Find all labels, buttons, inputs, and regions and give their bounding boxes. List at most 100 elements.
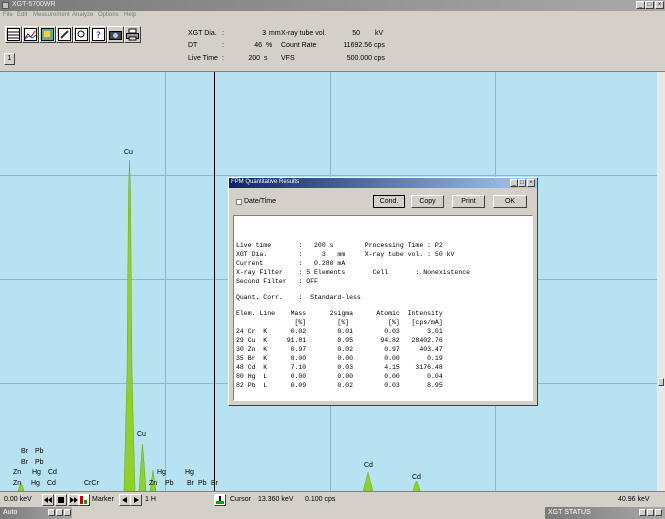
report-line: Current : 0.280 mA <box>236 260 346 267</box>
xgt-minimize-icon[interactable] <box>639 509 646 516</box>
maximize-icon[interactable]: □ <box>645 1 654 9</box>
menu-options[interactable]: Options <box>98 12 119 18</box>
cond-button[interactable]: Cond. <box>373 195 405 208</box>
help-button[interactable]: ? <box>90 26 107 43</box>
status-bar: 0.00 keV Marker 1 H Cursor 13.360 keV 0.… <box>0 491 665 508</box>
printer-icon <box>126 28 139 41</box>
svg-text:?: ? <box>96 31 101 41</box>
printer-button[interactable] <box>124 26 141 43</box>
results-text-area[interactable]: Live time : 200 s Processing Time : P2 X… <box>233 215 533 401</box>
xgt-close-icon[interactable] <box>655 509 662 516</box>
peak-label-hg-2: Hg <box>31 480 40 487</box>
camera-button[interactable] <box>107 26 124 43</box>
table-row: 80 Hg L 0.00 0.00 0.00 0.04 <box>236 373 443 380</box>
date-time-label: Date/Time <box>244 198 277 205</box>
peak-label-br-2: Br <box>21 459 28 466</box>
peak-label-zn-2: Zn <box>13 480 22 487</box>
dt-unit: % <box>266 42 273 49</box>
print-preview-button[interactable] <box>73 26 90 43</box>
toolbar: ? XGT Dia. : 3 mm DT : 46 % Live Time : … <box>0 21 665 72</box>
image-icon <box>41 28 54 41</box>
triangle-right-icon <box>134 497 139 503</box>
menu-file[interactable]: File <box>3 12 13 18</box>
auto-close-icon[interactable] <box>64 509 71 516</box>
cursor-icon <box>216 496 224 504</box>
minimize-icon[interactable]: _ <box>636 1 645 9</box>
dialog-titlebar: FPM Quantitative Results _ □ × <box>229 178 537 188</box>
kev-end: 40.96 keV <box>618 496 650 503</box>
xgt-restore-icon[interactable] <box>647 509 654 516</box>
dialog-title: FPM Quantitative Results <box>231 179 300 185</box>
close-icon[interactable]: × <box>655 1 664 9</box>
xgt-dia-value: 3 <box>262 30 266 37</box>
cursor-toggle[interactable] <box>214 494 226 506</box>
marker-toggle[interactable] <box>78 494 90 506</box>
dialog-minimize-icon[interactable]: _ <box>510 179 518 187</box>
auto-label: Auto <box>3 509 18 516</box>
table-row: 35 Br K 0.00 0.00 0.00 0.19 <box>236 355 443 362</box>
table-row: 82 Pb L 0.09 0.02 0.03 8.95 <box>236 382 443 389</box>
menu-bar: File Edit Measurement Analyze Options He… <box>0 11 665 21</box>
peak-label-br: Br <box>21 448 28 455</box>
image-button[interactable] <box>39 26 56 43</box>
ok-button[interactable]: OK <box>493 195 527 208</box>
scroll-thumb[interactable] <box>658 378 664 386</box>
marker-stop-button[interactable] <box>55 494 67 506</box>
xgt-status-label: XGT STATUS <box>548 509 591 516</box>
report-line: Second Filter : OFF <box>236 278 318 285</box>
peak-label-hg-4: Hg <box>185 469 194 476</box>
menu-analyze[interactable]: Analyze <box>72 12 93 18</box>
chart-button[interactable] <box>22 26 39 43</box>
fpm-results-dialog: FPM Quantitative Results _ □ × Date/Time… <box>228 177 538 406</box>
print-button[interactable]: Print <box>452 195 485 208</box>
cd-ka-peak <box>362 471 374 491</box>
auto-window[interactable]: Auto <box>0 507 72 519</box>
auto-restore-icon[interactable] <box>56 509 63 516</box>
peak-label-cd-2: Cd <box>47 480 56 487</box>
peak-label-hg-3: Hg <box>157 469 166 476</box>
marker-right-button[interactable] <box>130 494 142 506</box>
xray-tube-label: X-ray tube vol. <box>281 30 327 37</box>
colon: : <box>222 55 224 62</box>
dialog-maximize-icon[interactable]: □ <box>518 179 526 187</box>
peak-label-pb: Pb <box>35 448 44 455</box>
vertical-scrollbar[interactable] <box>657 72 665 491</box>
colon: : <box>222 30 224 37</box>
page-1-button[interactable]: 1 <box>4 53 15 65</box>
menu-help[interactable]: Help <box>124 12 136 18</box>
count-rate-value: 11692.56 <box>343 42 372 49</box>
vfs-unit: cps <box>374 55 385 62</box>
edit-icon <box>58 28 71 41</box>
stop-icon <box>58 497 64 503</box>
date-time-checkbox[interactable] <box>236 199 242 205</box>
cu-kb-peak <box>138 443 147 491</box>
auto-minimize-icon[interactable] <box>48 509 55 516</box>
live-time-unit: s <box>264 55 268 62</box>
table-header: Elem. Line Mass 2sigma Atomic Intensity <box>236 310 443 317</box>
peak-label-hg: Hg <box>32 469 41 476</box>
table-row: 24 Cr K 0.02 0.01 0.03 3.01 <box>236 328 443 335</box>
menu-edit[interactable]: Edit <box>17 12 27 18</box>
double-left-icon <box>44 497 52 503</box>
xgt-status-window[interactable]: XGT STATUS <box>545 507 665 519</box>
report-line: X-ray Filter : 5 Elements Cell : Nonexis… <box>236 269 471 276</box>
edit-button[interactable] <box>56 26 73 43</box>
xray-tube-value: 50 <box>352 30 360 37</box>
help-icon: ? <box>92 28 105 41</box>
dialog-close-icon[interactable]: × <box>527 179 535 187</box>
dt-value: 46 <box>254 42 262 49</box>
window-title: XGT-5700WR <box>12 1 56 8</box>
count-rate-unit: cps <box>374 42 385 49</box>
copy-button[interactable]: Copy <box>411 195 444 208</box>
marker-prev-button[interactable] <box>42 494 54 506</box>
cursor-kev: 13.360 keV <box>258 496 294 503</box>
menu-measurement[interactable]: Measurement <box>33 12 70 18</box>
report-line: Quant. Corr. : Standard-less <box>236 294 361 301</box>
vfs-label: VFS <box>281 55 295 62</box>
table-row: 48 Cd K 7.10 0.03 4.15 3176.48 <box>236 364 443 371</box>
cursor-label: Cursor <box>230 496 252 503</box>
peak-label-pb-3: Pb <box>165 480 174 487</box>
spectrum-window-button[interactable] <box>5 26 22 43</box>
peak-label-pb-2: Pb <box>35 459 44 466</box>
peak-label-zn-3: Zn <box>149 480 158 487</box>
